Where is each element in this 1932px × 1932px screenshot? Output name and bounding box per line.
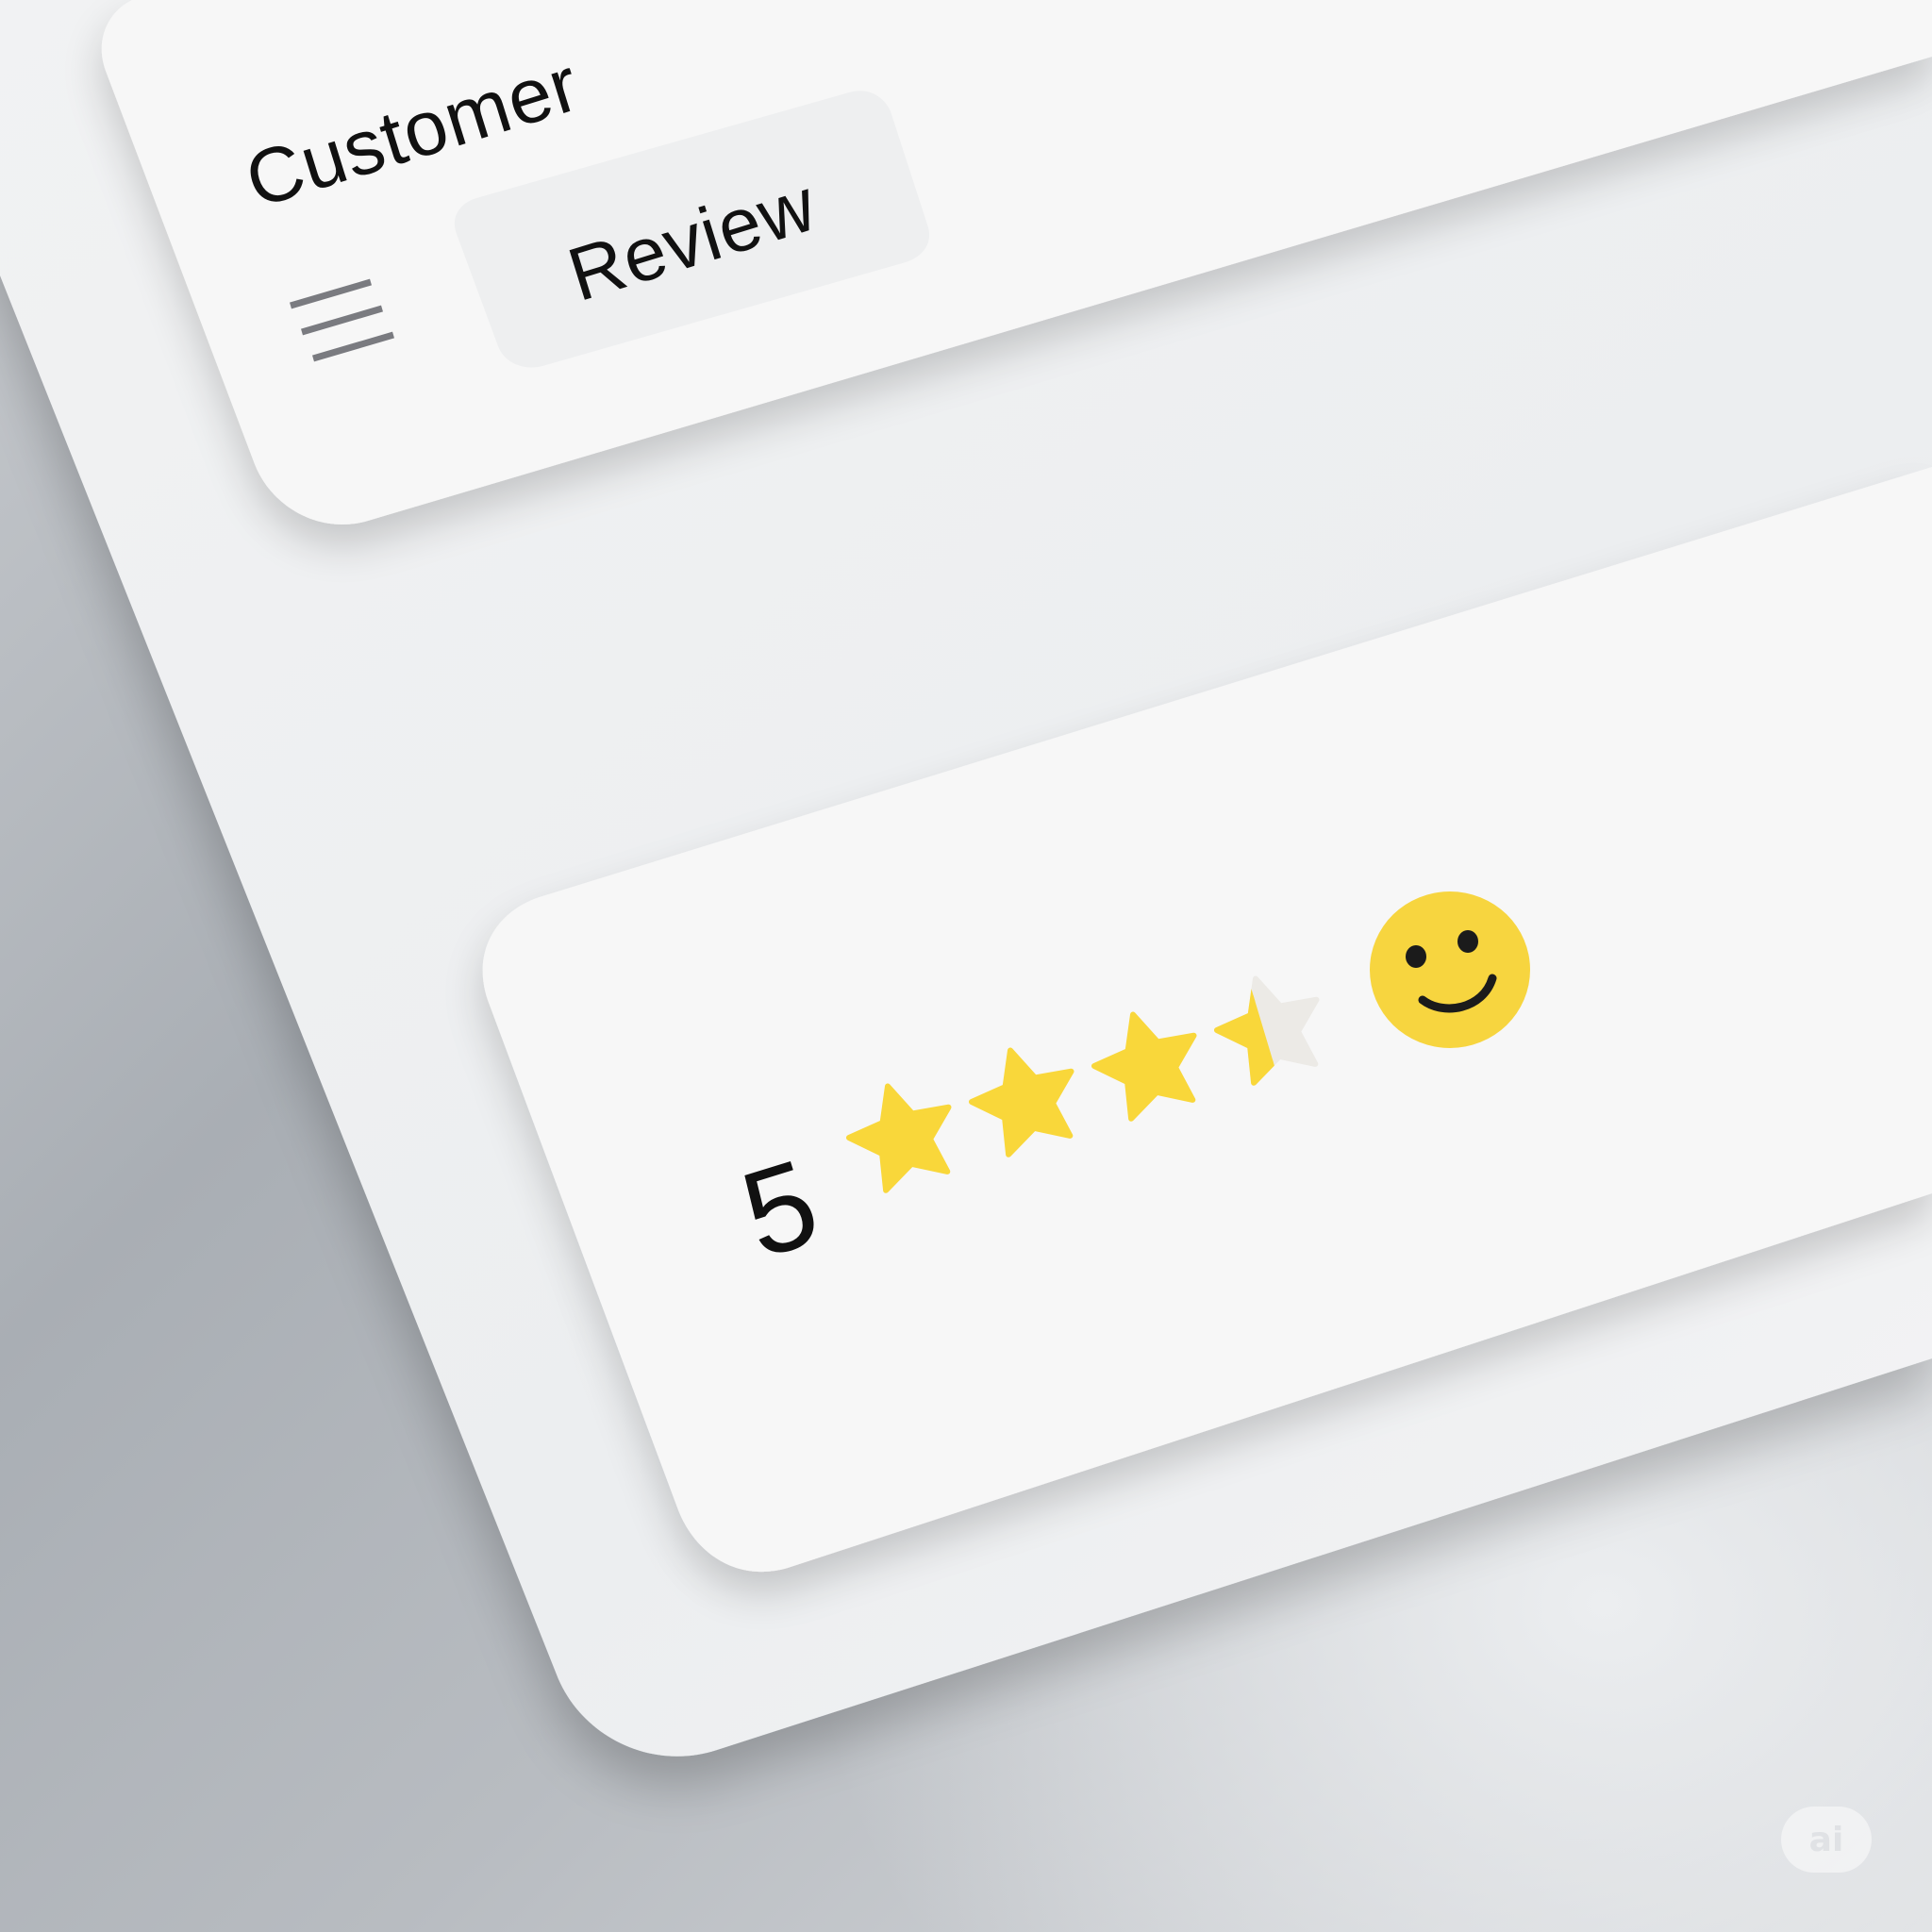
- ai-badge: ai: [1781, 1807, 1872, 1873]
- star-rating[interactable]: [0, 0, 1932, 1932]
- star-icon-filled[interactable]: [846, 1083, 952, 1193]
- star-icon-filled[interactable]: [1091, 1011, 1197, 1122]
- smiley-face-icon[interactable]: [1368, 889, 1533, 1051]
- star-icon-filled[interactable]: [969, 1047, 1074, 1158]
